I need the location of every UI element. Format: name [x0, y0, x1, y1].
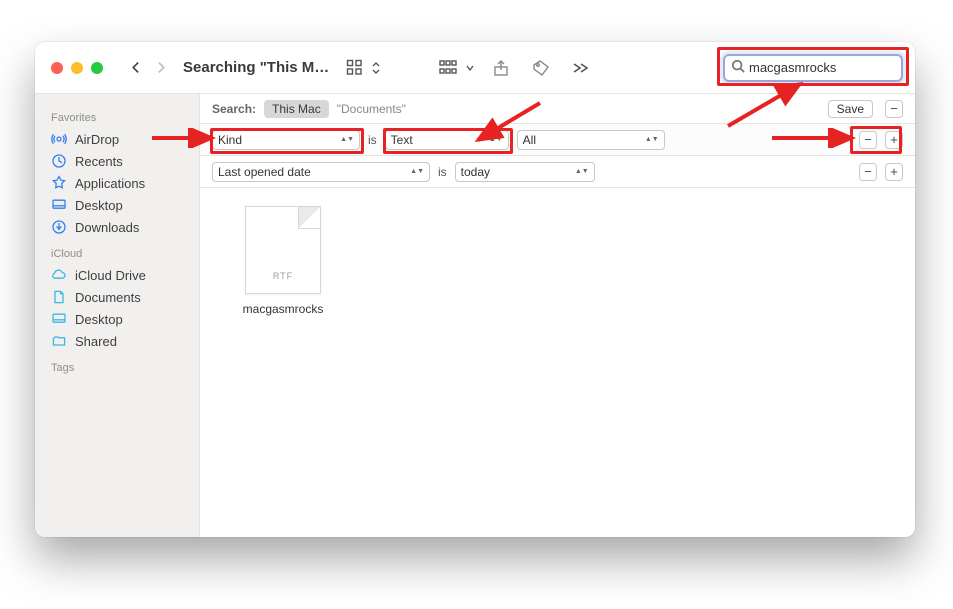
sidebar-section-favorites: Favorites [35, 108, 199, 128]
remove-criteria-button[interactable]: − [859, 131, 877, 149]
search-scope-bar: Search: This Mac "Documents" Save − [200, 94, 915, 124]
updown-icon: ▲▼ [489, 138, 503, 142]
sidebar-item-documents[interactable]: Documents [35, 286, 199, 308]
criteria-row-1: Kind ▲▼ is Text ▲▼ All ▲▼ − + [200, 124, 915, 156]
criteria-value: Text [391, 133, 413, 147]
back-button[interactable] [125, 56, 147, 80]
search-input[interactable] [749, 60, 915, 75]
updown-icon: ▲▼ [340, 138, 354, 142]
search-icon [731, 59, 745, 76]
tags-button[interactable] [527, 54, 555, 82]
criteria-attr-select[interactable]: Kind ▲▼ [212, 130, 360, 150]
main-content: Search: This Mac "Documents" Save − Kind… [200, 94, 915, 537]
group-by-button[interactable] [435, 54, 463, 82]
sidebar-label: Recents [75, 154, 123, 169]
criteria-extra-value: All [523, 133, 536, 147]
sidebar-item-desktop-icloud[interactable]: Desktop [35, 308, 199, 330]
forward-button[interactable] [149, 56, 171, 80]
search-scope-documents[interactable]: "Documents" [337, 102, 406, 116]
toolbar-overflow[interactable] [567, 54, 595, 82]
sidebar-label: Shared [75, 334, 117, 349]
criteria-op: is [368, 133, 377, 147]
search-scope-thismac[interactable]: This Mac [264, 100, 329, 118]
file-ext-label: RTF [246, 271, 320, 281]
sidebar-item-downloads[interactable]: Downloads [35, 216, 199, 238]
sidebar-section-tags: Tags [35, 358, 199, 378]
results-area: RTF macgasmrocks [200, 188, 915, 537]
sidebar-item-airdrop[interactable]: AirDrop [35, 128, 199, 150]
sidebar-item-recents[interactable]: Recents [35, 150, 199, 172]
sidebar-label: Documents [75, 290, 141, 305]
traffic-lights [51, 62, 103, 74]
criteria-extra-select[interactable]: All ▲▼ [517, 130, 665, 150]
criteria-attr-select-2[interactable]: Last opened date ▲▼ [212, 162, 430, 182]
close-window[interactable] [51, 62, 63, 74]
sidebar-label: Applications [75, 176, 145, 191]
add-criteria-button-2[interactable]: + [885, 163, 903, 181]
search-scope-label: Search: [212, 102, 256, 116]
add-criteria-button[interactable]: + [885, 131, 903, 149]
result-file[interactable]: RTF macgasmrocks [228, 206, 338, 316]
sidebar-label: Downloads [75, 220, 139, 235]
criteria-op: is [438, 165, 447, 179]
sidebar-label: iCloud Drive [75, 268, 146, 283]
save-search-button[interactable]: Save [828, 100, 873, 118]
criteria-row-2: Last opened date ▲▼ is today ▲▼ − + [200, 156, 915, 188]
criteria-attr-value: Kind [218, 133, 242, 147]
minimize-window[interactable] [71, 62, 83, 74]
group-by-group [435, 54, 475, 82]
sidebar-item-shared[interactable]: Shared [35, 330, 199, 352]
updown-icon: ▲▼ [410, 170, 424, 174]
nav-buttons [125, 56, 171, 80]
updown-icon: ▲▼ [575, 170, 589, 174]
criteria-value-select[interactable]: Text ▲▼ [385, 130, 509, 150]
remove-scope-button[interactable]: − [885, 100, 903, 118]
sidebar-label: Desktop [75, 312, 123, 327]
finder-window: Searching "This M… [35, 42, 915, 537]
sidebar-item-desktop[interactable]: Desktop [35, 194, 199, 216]
window-title: Searching "This M… [183, 59, 329, 76]
sidebar-label: Desktop [75, 198, 123, 213]
criteria-attr-value: Last opened date [218, 165, 311, 179]
rtf-file-icon: RTF [245, 206, 321, 294]
group-by-menu[interactable] [465, 54, 475, 82]
criteria-value-select-2[interactable]: today ▲▼ [455, 162, 595, 182]
sidebar: Favorites AirDrop Recents Applications D… [35, 94, 200, 537]
sidebar-label: AirDrop [75, 132, 119, 147]
remove-criteria-button-2[interactable]: − [859, 163, 877, 181]
file-name-label: macgasmrocks [228, 302, 338, 316]
updown-icon: ▲▼ [645, 138, 659, 142]
toolbar: Searching "This M… [35, 42, 915, 94]
view-mode-menu[interactable] [371, 54, 381, 82]
icon-view-button[interactable] [341, 54, 369, 82]
criteria-value: today [461, 165, 490, 179]
view-mode-group [341, 54, 381, 82]
zoom-window[interactable] [91, 62, 103, 74]
sidebar-item-applications[interactable]: Applications [35, 172, 199, 194]
sidebar-item-icloud-drive[interactable]: iCloud Drive [35, 264, 199, 286]
search-field[interactable] [723, 54, 903, 82]
share-button[interactable] [487, 54, 515, 82]
sidebar-section-icloud: iCloud [35, 244, 199, 264]
